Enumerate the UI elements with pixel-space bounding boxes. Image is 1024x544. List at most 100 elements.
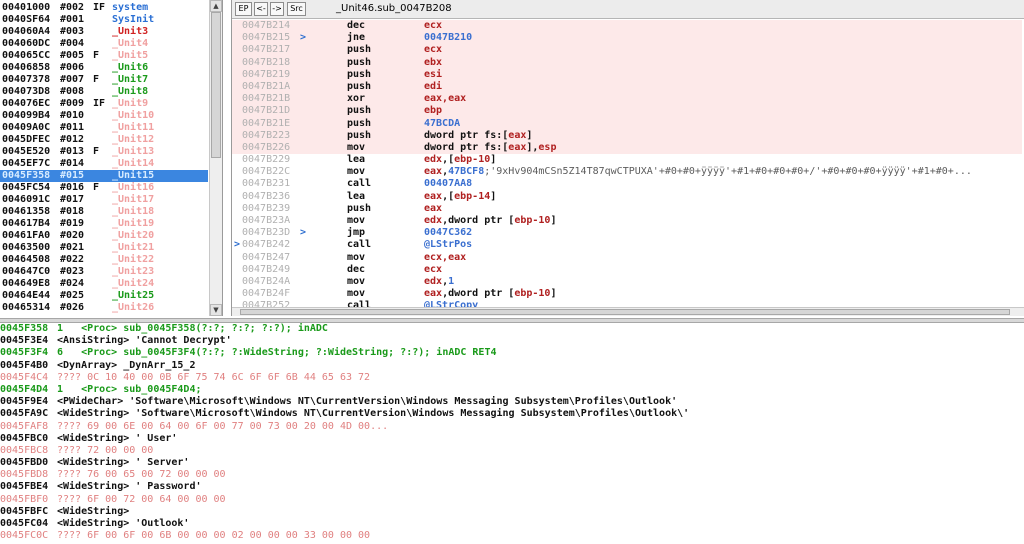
unit-address: 0045EF7C — [2, 158, 51, 169]
unit-list-item[interactable]: 004076EC #009 IF _Unit9 — [0, 98, 208, 110]
unit-list-item[interactable]: 00461FA0 #020 _Unit20 — [0, 230, 208, 242]
unit-flag: F — [93, 182, 100, 193]
code-line[interactable]: 0047B226 mov dword ptr fs:[eax],esp — [232, 141, 1022, 155]
code-line[interactable]: 0047B22C mov eax,47BCF8;'9xHv904mCSn5Z14T8… — [232, 166, 1022, 178]
code-line[interactable]: 0047B218 push ebx — [232, 56, 1022, 69]
scrollbar-thumb[interactable] — [240, 309, 1010, 315]
unit-address: 004649E8 — [2, 278, 51, 289]
code-address: 0047B242 — [242, 239, 291, 251]
unit-list-item[interactable]: 00463500 #021 _Unit21 — [0, 242, 208, 254]
source-button[interactable]: Src — [287, 2, 306, 16]
unit-list-item[interactable]: 00465314 #026 _Unit26 — [0, 302, 208, 314]
data-line[interactable]: 0045FAF8 ???? 69 00 6E 00 64 00 6F 00 77 … — [0, 421, 1024, 433]
code-line[interactable]: 0047B21E push 47BCDA — [232, 117, 1022, 130]
unit-list-item[interactable]: 004065CC #005 F _Unit5 — [0, 50, 208, 62]
data-line[interactable]: 0045F4D4 1 <Proc> sub_0045F4D4; — [0, 384, 1024, 396]
unit-list-item[interactable]: 0040SF64 #001 SysInit — [0, 14, 208, 26]
data-address: 0045FBC0 — [0, 432, 49, 444]
unit-list-item[interactable]: 00461358 #018 _Unit18 — [0, 206, 208, 218]
code-line[interactable]: 0047B23A mov edx,dword ptr [ebp-10] — [232, 215, 1022, 227]
unit-list-item[interactable]: 0046091C #017 _Unit17 — [0, 194, 208, 206]
unit-list-item[interactable]: 004617B4 #019 _Unit19 — [0, 218, 208, 230]
unit-list-item[interactable]: 00464508 #022 _Unit22 — [0, 254, 208, 266]
code-line[interactable]: 0047B24F mov eax,dword ptr [ebp-10] — [232, 288, 1022, 300]
code-horizontal-scrollbar[interactable] — [232, 307, 1024, 316]
data-line[interactable]: 0045FBD8 ???? 76 00 65 00 72 00 00 00 — [0, 469, 1024, 481]
data-line[interactable]: 0045F3F4 6 <Proc> sub_0045F3F4(?:?; ?:Wid… — [0, 347, 1024, 359]
unit-list-item[interactable]: 00464E44 #025 _Unit25 — [0, 290, 208, 302]
code-line[interactable]: 0047B23D > jmp 0047C362 — [232, 227, 1022, 239]
unit-number: #026 — [60, 302, 85, 313]
data-line[interactable]: 0045FBD0 <WideString> ' Server' — [0, 457, 1024, 469]
unit-list-item[interactable]: 0045EF7C #014 _Unit14 — [0, 158, 208, 170]
code-line[interactable]: 0047B247 mov ecx,eax — [232, 252, 1022, 264]
code-line[interactable]: 0047B21B xor eax,eax — [232, 93, 1022, 106]
code-line[interactable]: 0047B236 lea eax,[ebp-14] — [232, 191, 1022, 203]
unit-list-item[interactable]: 0045F358 #015 _Unit15 — [0, 170, 208, 182]
data-address: 0045FAF8 — [0, 420, 49, 432]
unit-list-item[interactable]: 004060A4 #003 _Unit3 — [0, 26, 208, 38]
data-line[interactable]: 0045F358 1 <Proc> sub_0045F358(?:?; ?:?; … — [0, 323, 1024, 335]
unit-list-item[interactable]: 0045FC54 #016 F _Unit16 — [0, 182, 208, 194]
data-line[interactable]: 0045F9E4 <PWideChar> 'Software\Microsoft\… — [0, 396, 1024, 408]
operand-token: ecx — [424, 44, 443, 56]
code-line[interactable]: 0047B239 push eax — [232, 203, 1022, 215]
unit-list-item[interactable]: 00401000 #002 IF system — [0, 2, 208, 14]
unit-list-item[interactable]: 00409A0C #011 _Unit11 — [0, 122, 208, 134]
data-line[interactable]: 0045FC04 <WideString> 'Outlook' — [0, 518, 1024, 530]
data-line[interactable]: 0045FC0C ???? 6F 00 6F 00 6B 00 00 00 02 … — [0, 530, 1024, 542]
unit-list-scrollbar[interactable]: ▲ ▼ — [209, 0, 222, 316]
unit-list-item[interactable]: 004649E8 #024 _Unit24 — [0, 278, 208, 290]
code-line[interactable]: >0047B242 call @LStrPos — [232, 239, 1022, 251]
operand-token: ;'9xHv904mCSn5Z14T87qwCTPUXA'+#0+#0+ÿÿÿÿ… — [484, 166, 972, 178]
code-line[interactable]: 0047B214 dec ecx — [232, 20, 1022, 33]
code-line[interactable]: 0047B229 lea edx,[ebp-10] — [232, 154, 1022, 166]
data-line[interactable]: 0045FBFC <WideString> — [0, 506, 1024, 518]
unit-list-item[interactable]: 0045DFEC #012 _Unit12 — [0, 134, 208, 146]
data-line[interactable]: 0045FBE4 <WideString> ' Password' — [0, 481, 1024, 493]
operand-token: ecx — [424, 263, 443, 275]
back-button[interactable]: <- — [254, 2, 268, 16]
unit-list-item[interactable]: 004073D8 #008 _Unit8 — [0, 86, 208, 98]
data-line[interactable]: 0045FA9C <WideString> 'Software\Microsoft… — [0, 408, 1024, 420]
scroll-down-arrow-icon[interactable]: ▼ — [210, 304, 222, 316]
code-line[interactable]: 0047B217 push ecx — [232, 44, 1022, 57]
code-line[interactable]: 0047B21D push ebp — [232, 105, 1022, 118]
code-line[interactable]: 0047B24A mov edx,1 — [232, 276, 1022, 288]
unit-address: 00465314 — [2, 302, 51, 313]
data-line[interactable]: 0045F4C4 ???? 0C 10 40 00 0B 6F 75 74 6C … — [0, 372, 1024, 384]
disassembly-toolbar: EP <- -> Src _Unit46.sub_0047B208 — [232, 0, 1024, 19]
unit-list-item[interactable]: 00407378 #007 F _Unit7 — [0, 74, 208, 86]
unit-list-item[interactable]: 00406858 #006 _Unit6 — [0, 62, 208, 74]
scrollbar-thumb[interactable] — [211, 12, 221, 158]
code-line[interactable]: 0047B215 > jne 0047B210 — [232, 32, 1022, 45]
data-line[interactable]: 0045FBC0 <WideString> ' User' — [0, 433, 1024, 445]
code-line[interactable]: 0047B21A push edi — [232, 80, 1022, 94]
instruction-operands: edx,dword ptr [ebp-10] — [424, 215, 556, 227]
unit-list-item[interactable]: 004647C0 #023 _Unit23 — [0, 266, 208, 278]
data-line[interactable]: 0045FBF0 ???? 6F 00 72 00 64 00 00 00 — [0, 494, 1024, 506]
data-line[interactable]: 0045F3E4 <AnsiString> 'Cannot Decrypt' — [0, 335, 1024, 347]
operand-token: eax — [424, 190, 443, 202]
instruction-mnemonic: mov — [347, 141, 366, 153]
unit-name: _Unit16 — [112, 182, 155, 193]
code-line[interactable]: 0047B219 push esi — [232, 68, 1022, 81]
data-address: 0045FC04 — [0, 518, 49, 529]
data-line[interactable]: 0045F4B0 <DynArray> _DynArr_15_2 — [0, 360, 1024, 372]
code-line[interactable]: 0047B231 call 00407AA8 — [232, 178, 1022, 190]
operand-token: ecx — [424, 20, 443, 31]
data-line[interactable]: 0045FBC8 ???? 72 00 00 00 — [0, 445, 1024, 457]
code-line[interactable]: 0047B249 dec ecx — [232, 264, 1022, 276]
data-listing-pane[interactable]: 0045F358 1 <Proc> sub_0045F358(?:?; ?:?; … — [0, 323, 1024, 544]
entry-point-button[interactable]: EP — [235, 2, 252, 16]
unit-list-item[interactable]: 0045E520 #013 F _Unit13 — [0, 146, 208, 158]
data-content: <WideString> 'Software\Microsoft\Windows… — [57, 408, 690, 420]
instruction-operands: @LStrPos — [424, 239, 472, 251]
code-listing[interactable]: 0047B214 dec ecx 0047B215 > jne 0047B210 0047B2… — [232, 20, 1022, 314]
unit-list-item[interactable]: 004099B4 #010 _Unit10 — [0, 110, 208, 122]
scroll-up-arrow-icon[interactable]: ▲ — [210, 0, 222, 12]
code-line[interactable]: 0047B223 push dword ptr fs:[eax] — [232, 129, 1022, 142]
forward-button[interactable]: -> — [270, 2, 284, 16]
unit-name: _Unit7 — [112, 74, 149, 85]
unit-list-item[interactable]: 004060DC #004 _Unit4 — [0, 38, 208, 50]
